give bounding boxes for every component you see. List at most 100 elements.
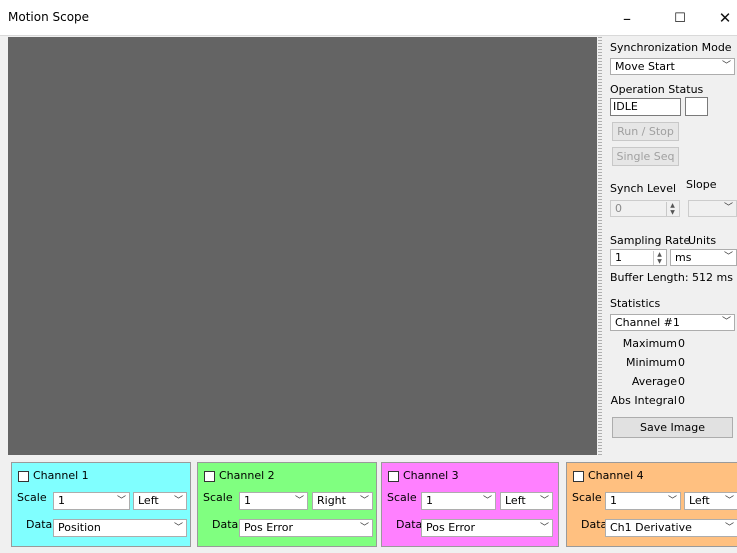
operation-status-value: IDLE [613,100,638,113]
chevron-down-icon: ﹀ [539,496,549,506]
data-select[interactable]: Ch1 Derivative ﹀ [605,519,737,537]
scale-label: Scale [17,491,47,504]
data-value: Ch1 Derivative [610,521,692,534]
channel-panels: Channel 1 Scale 1 ﹀ Left ﹀ Data Position… [0,455,737,553]
spinner-arrows-icon: ▲ ▼ [653,251,665,265]
chevron-down-icon: ﹀ [359,496,369,506]
scale-select[interactable]: 1 ﹀ [421,492,496,510]
run-stop-button[interactable]: Run / Stop [612,122,679,141]
chevron-down-icon: ﹀ [721,61,731,71]
units-select[interactable]: ms ﹀ [670,249,737,266]
scope-plot-area[interactable] [8,37,597,455]
checkbox-icon[interactable] [18,471,29,482]
channel-2-panel: Channel 2 Scale 1 ﹀ Right ﹀ Data Pos Err… [197,462,377,547]
save-image-button[interactable]: Save Image [612,417,733,438]
scale-select[interactable]: 1 ﹀ [605,492,681,510]
channel-3-panel: Channel 3 Scale 1 ﹀ Left ﹀ Data Pos Erro… [381,462,559,547]
close-button[interactable]: ✕ [703,4,737,32]
sampling-rate-value: 1 [615,251,622,264]
data-label: Data [581,518,608,531]
scale-value: 1 [610,494,617,507]
data-select[interactable]: Pos Error ﹀ [239,519,373,537]
axis-side-select[interactable]: Left ﹀ [500,492,553,510]
data-select[interactable]: Position ﹀ [53,519,187,537]
channel-4-panel: Channel 4 Scale 1 ﹀ Left ﹀ Data Ch1 Deri… [566,462,737,547]
chevron-down-icon: ﹀ [724,523,734,533]
channel-title: Channel 4 [588,469,644,482]
units-value: ms [675,251,692,264]
channel-title: Channel 2 [219,469,275,482]
checkbox-icon[interactable] [573,471,584,482]
axis-side-select[interactable]: Left ﹀ [684,492,737,510]
checkbox-icon[interactable] [204,471,215,482]
scale-value: 1 [58,494,65,507]
synch-level-input[interactable]: 0 ▲ ▼ [610,200,680,217]
maximum-value: 0 [678,337,685,350]
abs-integral-value: 0 [678,394,685,407]
scale-select[interactable]: 1 ﹀ [53,492,130,510]
chevron-down-icon: ﹀ [721,317,731,327]
data-value: Pos Error [426,521,476,534]
chevron-down-icon: ﹀ [539,523,549,533]
operation-status-label: Operation Status [610,83,704,96]
statistics-label: Statistics [610,297,661,310]
chevron-down-icon: ﹀ [173,496,183,506]
window-title: Motion Scope [8,10,90,24]
data-select[interactable]: Pos Error ﹀ [421,519,553,537]
scale-label: Scale [387,491,417,504]
synch-level-label: Synch Level [610,182,677,195]
average-value: 0 [678,375,685,388]
data-label: Data [212,518,239,531]
axis-side-value: Left [138,494,159,507]
chevron-down-icon: ﹀ [724,496,734,506]
scale-value: 1 [244,494,251,507]
scale-label: Scale [572,491,602,504]
data-label: Data [396,518,423,531]
motion-scope-window: Motion Scope – ☐ ✕ Synchronization Mode … [0,0,737,553]
minimum-label: Minimum [626,356,677,369]
channel-title: Channel 3 [403,469,459,482]
sampling-rate-input[interactable]: 1 ▲ ▼ [610,249,667,266]
statistics-channel-value: Channel #1 [615,316,680,329]
chevron-down-icon: ﹀ [116,496,126,506]
chevron-down-icon: ﹀ [359,523,369,533]
control-sidebar: Synchronization Mode Move Start ﹀ Operat… [602,37,737,455]
chevron-down-icon: ﹀ [723,203,733,213]
synch-level-value: 0 [615,202,622,215]
chevron-down-icon: ﹀ [723,252,733,262]
scale-label: Scale [203,491,233,504]
axis-side-value: Left [689,494,710,507]
sync-mode-value: Move Start [615,60,675,73]
data-value: Position [58,521,101,534]
slope-select[interactable]: ﹀ [688,200,737,217]
axis-side-value: Right [317,494,346,507]
chevron-down-icon: ﹀ [294,496,304,506]
spinner-arrows-icon: ▲ ▼ [666,202,678,216]
slope-label: Slope [686,178,717,191]
chevron-down-icon: ﹀ [667,496,677,506]
status-indicator [685,97,708,116]
axis-side-select[interactable]: Left ﹀ [133,492,187,510]
title-bar: Motion Scope – ☐ ✕ [0,0,737,36]
operation-status-field: IDLE [610,98,681,116]
single-seq-button[interactable]: Single Seq [612,147,679,166]
checkbox-icon[interactable] [388,471,399,482]
minimum-value: 0 [678,356,685,369]
minimize-button[interactable]: – [605,4,649,32]
scale-select[interactable]: 1 ﹀ [239,492,308,510]
channel-1-panel: Channel 1 Scale 1 ﹀ Left ﹀ Data Position… [11,462,191,547]
statistics-channel-select[interactable]: Channel #1 ﹀ [610,314,735,331]
abs-integral-label: Abs Integral [610,394,677,407]
buffer-length-label: Buffer Length: 512 ms [610,271,733,284]
chevron-down-icon: ﹀ [482,496,492,506]
average-label: Average [631,375,677,388]
sync-mode-select[interactable]: Move Start ﹀ [610,58,735,75]
axis-side-select[interactable]: Right ﹀ [312,492,373,510]
sampling-rate-label: Sampling Rate [610,234,691,247]
data-label: Data [26,518,53,531]
sync-mode-label: Synchronization Mode [610,41,732,54]
channel-title: Channel 1 [33,469,89,482]
maximize-button[interactable]: ☐ [658,4,702,32]
chevron-down-icon: ﹀ [173,523,183,533]
maximum-label: Maximum [622,337,677,350]
